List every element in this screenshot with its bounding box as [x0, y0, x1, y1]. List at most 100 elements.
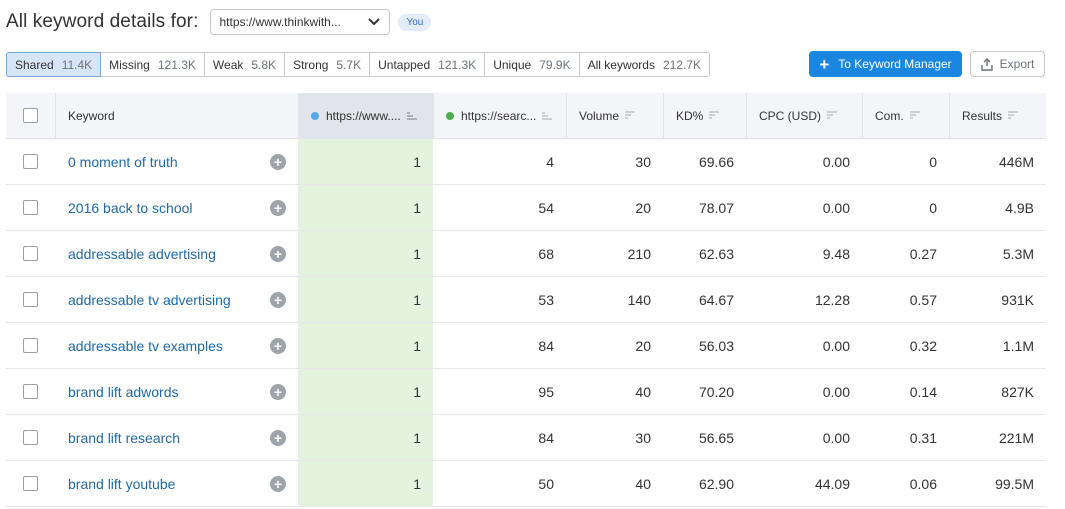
filter-tab-unique[interactable]: Unique 79.9K — [485, 52, 580, 77]
volume-cell: 40 — [635, 475, 651, 492]
you-badge: You — [398, 13, 432, 31]
export-button[interactable]: Export — [970, 51, 1045, 77]
cpc-cell: 44.09 — [814, 475, 850, 492]
add-to-list-icon[interactable]: + — [270, 475, 286, 492]
filter-tab-label: All keywords — [587, 57, 655, 72]
col-com[interactable]: Com. — [862, 93, 949, 138]
keyword-link[interactable]: brand lift adwords — [68, 384, 270, 400]
row-select-cell — [6, 323, 55, 368]
add-to-list-icon[interactable]: + — [270, 153, 286, 170]
export-icon — [980, 57, 993, 71]
to-keyword-manager-button[interactable]: + To Keyword Manager — [809, 51, 962, 77]
domain1-position: 1 — [298, 369, 433, 414]
add-to-list-icon[interactable]: + — [270, 291, 286, 308]
keyword-cell: brand lift youtube + — [55, 461, 298, 506]
domain1-position: 1 — [298, 185, 433, 230]
col-domain2[interactable]: https://searc... — [433, 93, 566, 138]
com-cell: 0.14 — [909, 383, 937, 400]
kd-cell: 62.63 — [698, 245, 734, 262]
filter-tab-missing[interactable]: Missing 121.3K — [101, 52, 205, 77]
keyword-link[interactable]: addressable tv advertising — [68, 292, 270, 308]
col-kd-label: KD% — [676, 108, 704, 123]
row-checkbox[interactable] — [23, 476, 38, 491]
volume-cell: 30 — [635, 429, 651, 446]
cpc-cell: 0.00 — [822, 199, 850, 216]
table-row: brand lift adwords +1 95 40 70.20 0.00 0.14 827… — [6, 369, 1046, 415]
sort-icon[interactable] — [709, 111, 720, 120]
cpc-cell: 0.00 — [822, 383, 850, 400]
filter-tab-strong[interactable]: Strong 5.7K — [285, 52, 371, 77]
add-to-list-icon[interactable]: + — [270, 199, 286, 216]
kd-cell: 70.20 — [698, 383, 734, 400]
row-checkbox[interactable] — [23, 292, 38, 307]
domain1-position: 1 — [298, 277, 433, 322]
com-cell: 0.31 — [909, 429, 937, 446]
to-keyword-manager-label: To Keyword Manager — [838, 57, 952, 71]
kd-cell: 56.03 — [698, 337, 734, 354]
keyword-cell: addressable tv examples + — [55, 323, 298, 368]
add-to-list-icon[interactable]: + — [270, 337, 286, 354]
volume-cell: 20 — [635, 199, 651, 216]
cpc-cell: 12.28 — [814, 291, 850, 308]
row-checkbox[interactable] — [23, 200, 38, 215]
row-checkbox[interactable] — [23, 338, 38, 353]
filter-tab-count: 121.3K — [438, 57, 477, 72]
domain-select[interactable]: https://www.thinkwith... — [210, 9, 391, 35]
col-volume[interactable]: Volume — [566, 93, 663, 138]
com-cell: 0.06 — [909, 475, 937, 492]
col-domain1[interactable]: https://www.... — [298, 93, 433, 138]
results-cell: 1.1M — [1002, 337, 1034, 354]
filter-tab-count: 212.7K — [662, 57, 701, 72]
col-cpc[interactable]: CPC (USD) — [746, 93, 862, 138]
domain2-dot — [446, 111, 454, 120]
add-to-list-icon[interactable]: + — [270, 245, 286, 262]
sort-icon[interactable] — [909, 111, 920, 120]
col-keyword[interactable]: Keyword — [55, 93, 298, 138]
add-to-list-icon[interactable]: + — [270, 383, 286, 400]
col-kd[interactable]: KD% — [663, 93, 746, 138]
cpc-cell: 0.00 — [822, 337, 850, 354]
domain1-position: 1 — [298, 231, 433, 276]
row-select-cell — [6, 185, 55, 230]
volume-cell: 210 — [627, 245, 651, 262]
sort-icon[interactable] — [625, 111, 636, 120]
domain1-position: 1 — [298, 323, 433, 368]
row-checkbox[interactable] — [23, 154, 38, 169]
filter-tab-shared[interactable]: Shared 11.4K — [6, 52, 102, 77]
keyword-link[interactable]: brand lift youtube — [68, 476, 270, 492]
filter-tab-untapped[interactable]: Untapped 121.3K — [370, 52, 486, 77]
domain2-position: 4 — [546, 153, 554, 170]
sort-icon[interactable] — [542, 111, 553, 120]
select-all-checkbox[interactable] — [23, 108, 38, 123]
volume-cell: 140 — [627, 291, 651, 308]
filter-tab-weak[interactable]: Weak 5.8K — [204, 52, 286, 77]
volume-cell: 20 — [635, 337, 651, 354]
row-select-cell — [6, 461, 55, 506]
keyword-link[interactable]: 0 moment of truth — [68, 154, 270, 170]
row-select-cell — [6, 369, 55, 414]
keyword-link[interactable]: addressable tv examples — [68, 338, 270, 354]
sort-desc-icon[interactable] — [406, 111, 417, 120]
add-to-list-icon[interactable]: + — [270, 429, 286, 446]
row-checkbox[interactable] — [23, 384, 38, 399]
sort-icon[interactable] — [1008, 111, 1019, 120]
table-row: addressable tv examples +1 84 20 56.03 0.00 0.… — [6, 323, 1046, 369]
filter-tab-count: 5.8K — [251, 57, 277, 72]
com-cell: 0.57 — [909, 291, 937, 308]
kd-cell: 64.67 — [698, 291, 734, 308]
keyword-cell: brand lift research + — [55, 415, 298, 460]
table-body: 0 moment of truth +1 4 30 69.66 0.00 0 446M 2016… — [6, 139, 1046, 507]
row-select-cell — [6, 231, 55, 276]
domain1-position: 1 — [298, 415, 433, 460]
row-checkbox[interactable] — [23, 430, 38, 445]
keyword-link[interactable]: brand lift research — [68, 430, 270, 446]
results-cell: 446M — [998, 153, 1034, 170]
keyword-link[interactable]: addressable advertising — [68, 246, 270, 262]
filter-tab-all-keywords[interactable]: All keywords 212.7K — [579, 52, 710, 77]
page-header: All keyword details for: https://www.thi… — [6, 8, 432, 36]
filter-tab-label: Unique — [493, 57, 532, 72]
row-checkbox[interactable] — [23, 246, 38, 261]
sort-icon[interactable] — [827, 111, 837, 120]
keyword-link[interactable]: 2016 back to school — [68, 200, 270, 216]
col-results[interactable]: Results — [949, 93, 1046, 138]
